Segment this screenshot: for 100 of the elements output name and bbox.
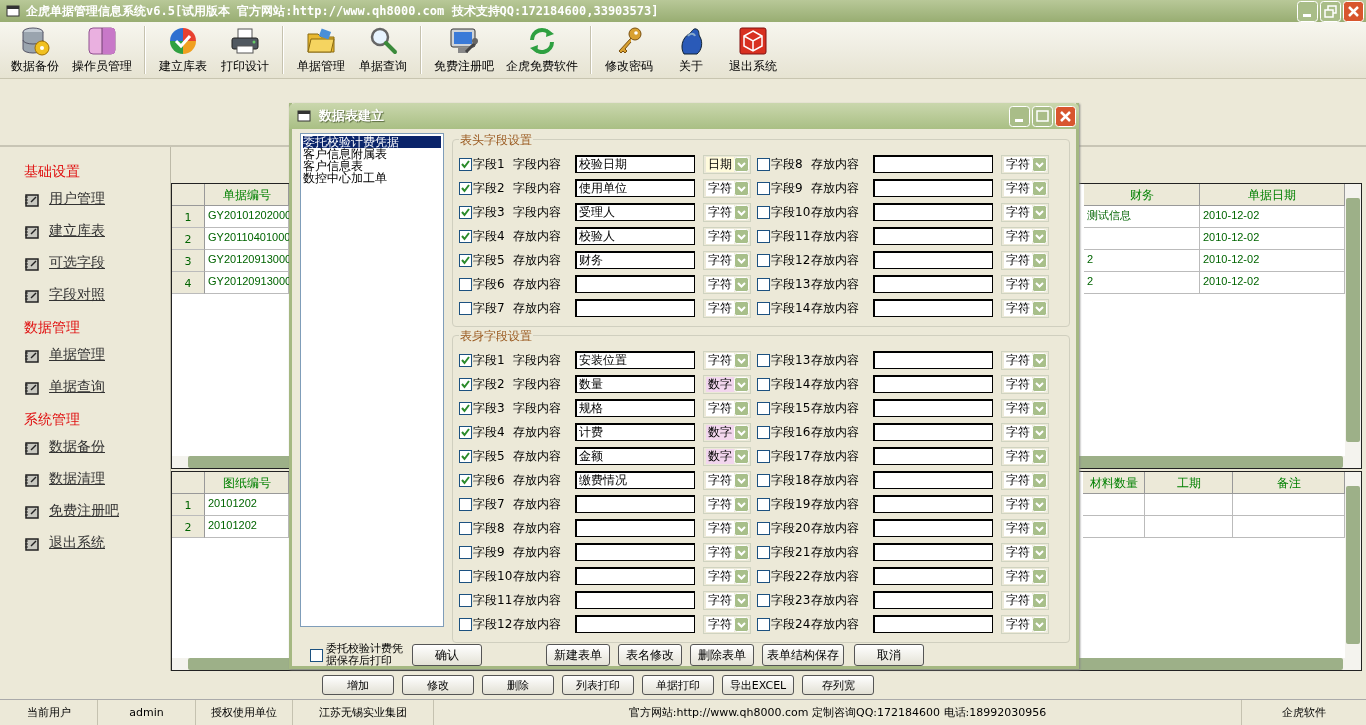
sidebar-link[interactable]: 单据管理 bbox=[49, 346, 105, 364]
column-header[interactable]: 材料数量 bbox=[1083, 472, 1145, 494]
dialog-button[interactable]: 表名修改 bbox=[618, 644, 682, 666]
checkbox[interactable] bbox=[459, 425, 472, 439]
dialog-button[interactable]: 删除表单 bbox=[690, 644, 754, 666]
text-field[interactable]: 校验人 bbox=[575, 227, 695, 245]
checkbox[interactable] bbox=[459, 497, 472, 511]
checkbox[interactable] bbox=[459, 401, 472, 415]
type-dropdown[interactable]: 数字 bbox=[703, 422, 751, 442]
text-field[interactable] bbox=[873, 399, 993, 417]
type-dropdown[interactable]: 字符 bbox=[703, 614, 751, 634]
text-field[interactable]: 财务 bbox=[575, 251, 695, 269]
list-item[interactable]: 客户信息表 bbox=[303, 160, 441, 172]
toolbar-button[interactable]: 免费注册吧 bbox=[428, 22, 500, 78]
text-field[interactable] bbox=[873, 423, 993, 441]
checkbox[interactable] bbox=[757, 377, 770, 391]
checkbox[interactable] bbox=[757, 521, 770, 535]
toolbar-button[interactable]: 关于 bbox=[660, 22, 722, 78]
sidebar-link[interactable]: 单据查询 bbox=[49, 378, 105, 396]
type-dropdown[interactable]: 字符 bbox=[703, 298, 751, 318]
sidebar-link[interactable]: 数据清理 bbox=[49, 470, 105, 488]
toolbar-button[interactable]: 退出系统 bbox=[722, 22, 784, 78]
type-dropdown[interactable]: 字符 bbox=[1001, 542, 1049, 562]
column-header[interactable]: 工期 bbox=[1145, 472, 1233, 494]
sidebar-link[interactable]: 建立库表 bbox=[49, 222, 105, 240]
type-dropdown[interactable]: 字符 bbox=[1001, 494, 1049, 514]
checkbox[interactable] bbox=[757, 545, 770, 559]
type-dropdown[interactable]: 字符 bbox=[1001, 274, 1049, 294]
sidebar-link[interactable]: 免费注册吧 bbox=[49, 502, 119, 520]
type-dropdown[interactable]: 字符 bbox=[703, 566, 751, 586]
sidebar-link[interactable]: 字段对照 bbox=[49, 286, 105, 304]
checkbox[interactable] bbox=[459, 301, 472, 315]
text-field[interactable] bbox=[873, 251, 993, 269]
checkbox[interactable] bbox=[459, 545, 472, 559]
type-dropdown[interactable]: 字符 bbox=[703, 226, 751, 246]
checkbox[interactable] bbox=[757, 617, 770, 631]
checkbox[interactable] bbox=[757, 301, 770, 315]
close-icon[interactable] bbox=[1343, 0, 1364, 22]
dialog-button[interactable]: 取消 bbox=[854, 644, 924, 666]
vertical-scrollbar[interactable] bbox=[1345, 184, 1361, 456]
dialog-button[interactable]: 表单结构保存 bbox=[762, 644, 844, 666]
text-field[interactable]: 计费 bbox=[575, 423, 695, 441]
checkbox[interactable] bbox=[459, 521, 472, 535]
text-field[interactable]: 校验日期 bbox=[575, 155, 695, 173]
type-dropdown[interactable]: 字符 bbox=[703, 350, 751, 370]
sidebar-link[interactable]: 退出系统 bbox=[49, 534, 105, 552]
checkbox[interactable] bbox=[459, 593, 472, 607]
type-dropdown[interactable]: 字符 bbox=[1001, 250, 1049, 270]
type-dropdown[interactable]: 字符 bbox=[1001, 298, 1049, 318]
sidebar-link[interactable]: 数据备份 bbox=[49, 438, 105, 456]
type-dropdown[interactable]: 字符 bbox=[1001, 226, 1049, 246]
type-dropdown[interactable]: 字符 bbox=[1001, 590, 1049, 610]
text-field[interactable] bbox=[873, 179, 993, 197]
type-dropdown[interactable]: 字符 bbox=[1001, 202, 1049, 222]
text-field[interactable] bbox=[873, 299, 993, 317]
type-dropdown[interactable]: 字符 bbox=[1001, 178, 1049, 198]
action-button[interactable]: 删除 bbox=[482, 675, 554, 695]
checkbox[interactable] bbox=[459, 617, 472, 631]
type-dropdown[interactable]: 字符 bbox=[703, 202, 751, 222]
action-button[interactable]: 单据打印 bbox=[642, 675, 714, 695]
list-item[interactable]: 客户信息附属表 bbox=[303, 148, 441, 160]
text-field[interactable]: 安装位置 bbox=[575, 351, 695, 369]
type-dropdown[interactable]: 字符 bbox=[703, 494, 751, 514]
action-button[interactable]: 增加 bbox=[322, 675, 394, 695]
checkbox[interactable] bbox=[757, 277, 770, 291]
checkbox[interactable] bbox=[459, 253, 472, 267]
checkbox[interactable] bbox=[757, 205, 770, 219]
checkbox[interactable] bbox=[459, 205, 472, 219]
type-dropdown[interactable]: 字符 bbox=[1001, 470, 1049, 490]
text-field[interactable] bbox=[873, 471, 993, 489]
action-button[interactable]: 导出EXCEL bbox=[722, 675, 794, 695]
type-dropdown[interactable]: 字符 bbox=[1001, 566, 1049, 586]
type-dropdown[interactable]: 数字 bbox=[703, 374, 751, 394]
toolbar-button[interactable]: 数据备份 bbox=[4, 22, 66, 78]
type-dropdown[interactable]: 字符 bbox=[1001, 614, 1049, 634]
checkbox[interactable] bbox=[459, 181, 472, 195]
text-field[interactable] bbox=[873, 227, 993, 245]
type-dropdown[interactable]: 字符 bbox=[703, 274, 751, 294]
checkbox[interactable] bbox=[757, 425, 770, 439]
list-item[interactable]: 数控中心加工单 bbox=[303, 172, 441, 184]
checkbox[interactable] bbox=[459, 229, 472, 243]
type-dropdown[interactable]: 日期 bbox=[703, 154, 751, 174]
checkbox[interactable] bbox=[459, 277, 472, 291]
sidebar-link[interactable]: 用户管理 bbox=[49, 190, 105, 208]
type-dropdown[interactable]: 字符 bbox=[703, 398, 751, 418]
type-dropdown[interactable]: 字符 bbox=[703, 250, 751, 270]
column-header[interactable]: 单据编号 bbox=[205, 184, 289, 206]
text-field[interactable] bbox=[575, 495, 695, 513]
text-field[interactable] bbox=[873, 203, 993, 221]
text-field[interactable]: 使用单位 bbox=[575, 179, 695, 197]
type-dropdown[interactable]: 字符 bbox=[1001, 374, 1049, 394]
vertical-scrollbar[interactable] bbox=[1345, 472, 1361, 658]
type-dropdown[interactable]: 数字 bbox=[703, 446, 751, 466]
text-field[interactable] bbox=[873, 519, 993, 537]
checkbox[interactable] bbox=[459, 449, 472, 463]
column-header[interactable]: 备注 bbox=[1233, 472, 1345, 494]
type-dropdown[interactable]: 字符 bbox=[703, 470, 751, 490]
column-header[interactable]: 图纸编号 bbox=[205, 472, 289, 494]
type-dropdown[interactable]: 字符 bbox=[703, 518, 751, 538]
toolbar-button[interactable]: 单据管理 bbox=[290, 22, 352, 78]
